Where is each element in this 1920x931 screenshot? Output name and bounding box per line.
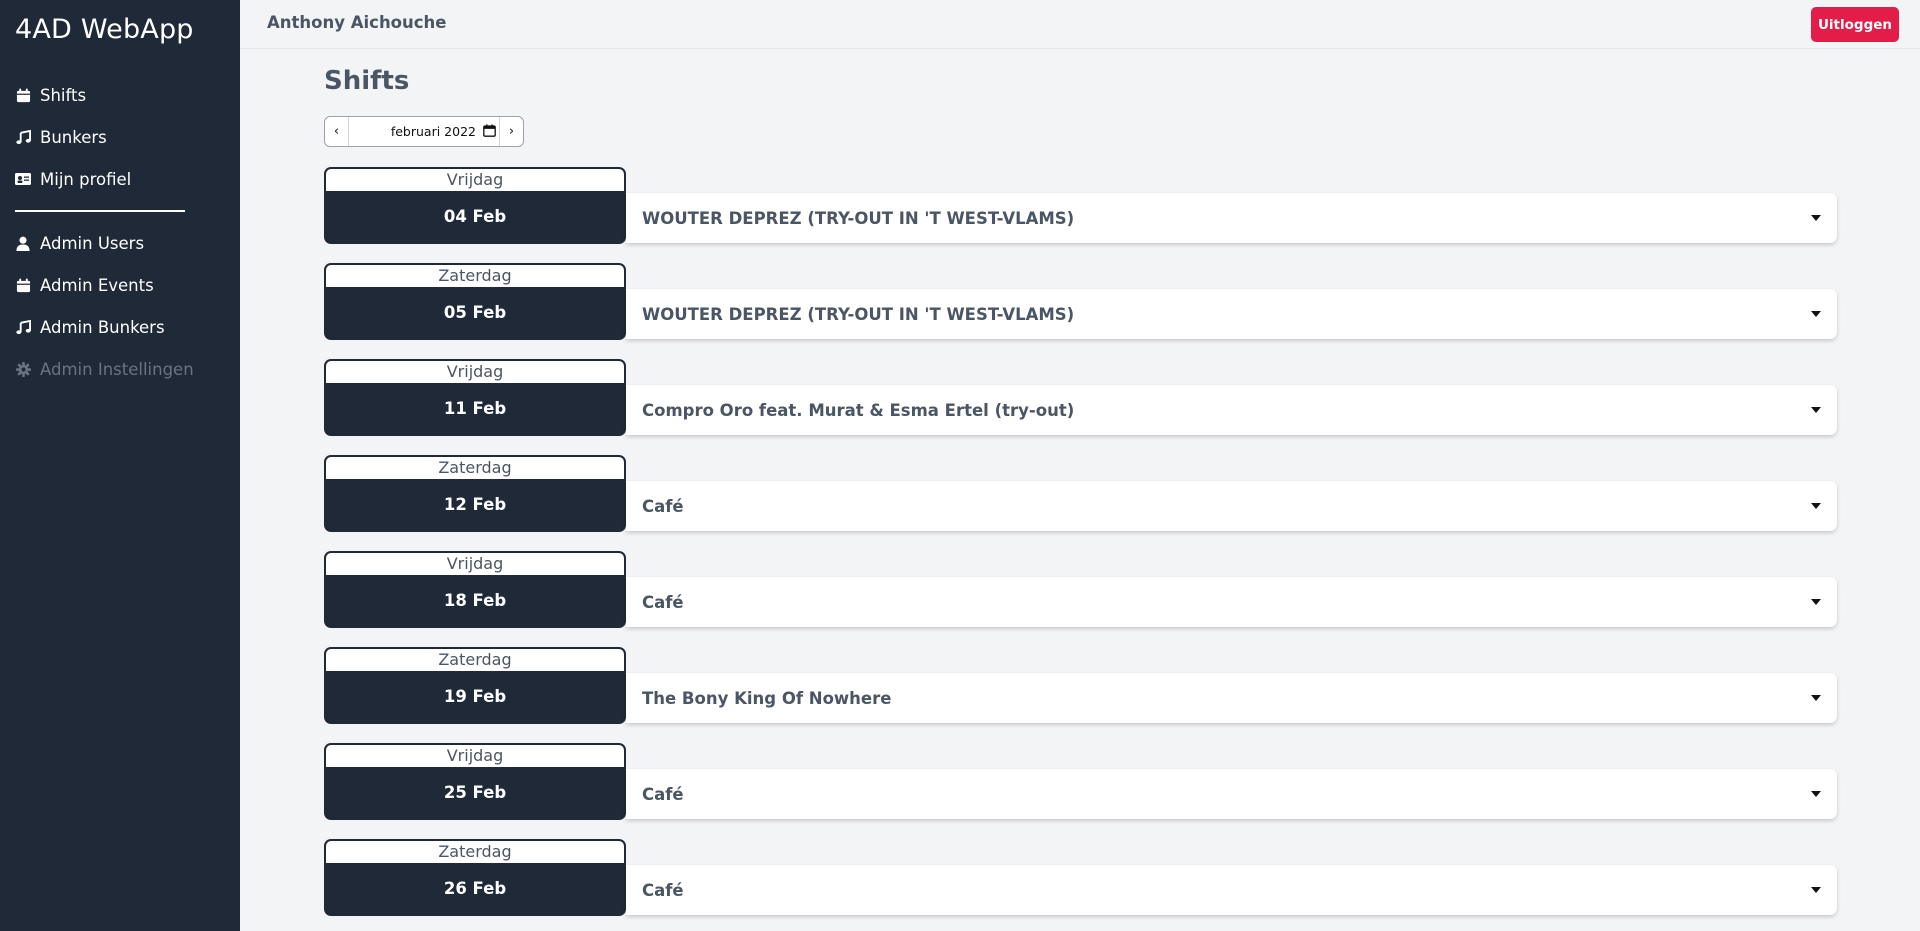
- top-bar: Anthony Aichouche Uitloggen: [240, 0, 1920, 49]
- shift-event-toggle[interactable]: Compro Oro feat. Murat & Esma Ertel (try…: [626, 385, 1837, 435]
- shift-date-card[interactable]: Vrijdag 04 Feb: [324, 167, 626, 244]
- month-input-value: februari 2022: [390, 124, 476, 139]
- caret-down-icon: [1811, 791, 1821, 797]
- calendar-picker-icon[interactable]: [483, 123, 496, 140]
- shift-date: 19 Feb: [443, 687, 507, 706]
- shift-date: 12 Feb: [443, 495, 507, 514]
- music-note-icon: [15, 129, 31, 145]
- caret-down-icon: [1811, 887, 1821, 893]
- sidebar-divider: [15, 210, 185, 212]
- shift-date: 25 Feb: [443, 783, 507, 802]
- shift-row: Vrijdag 18 Feb Café: [324, 551, 1837, 628]
- prev-month-button[interactable]: ‹: [325, 117, 349, 146]
- shift-event-title: Compro Oro feat. Murat & Esma Ertel (try…: [642, 400, 1075, 420]
- sidebar-item-label: Admin Events: [40, 275, 154, 295]
- shift-event-toggle[interactable]: Café: [626, 577, 1837, 627]
- caret-down-icon: [1811, 695, 1821, 701]
- caret-down-icon: [1811, 311, 1821, 317]
- shift-day: Vrijdag: [326, 745, 624, 767]
- shift-event-title: WOUTER DEPREZ (TRY-OUT IN 'T WEST-VLAMS): [642, 304, 1075, 324]
- shift-event-toggle[interactable]: Café: [626, 769, 1837, 819]
- shift-event-toggle[interactable]: Café: [626, 865, 1837, 915]
- calendar-icon: [15, 277, 31, 293]
- sidebar-item-label: Admin Bunkers: [40, 317, 165, 337]
- sidebar-item-bunkers[interactable]: Bunkers: [15, 124, 107, 150]
- sidebar-item-label: Shifts: [40, 85, 87, 105]
- shift-event-toggle[interactable]: WOUTER DEPREZ (TRY-OUT IN 'T WEST-VLAMS): [626, 193, 1837, 243]
- month-input[interactable]: februari 2022: [349, 117, 499, 146]
- shift-date-card[interactable]: Vrijdag 25 Feb: [324, 743, 626, 820]
- current-user-name: Anthony Aichouche: [267, 13, 447, 32]
- shift-date-card[interactable]: Zaterdag 05 Feb: [324, 263, 626, 340]
- shift-event-title: Café: [642, 496, 684, 516]
- shift-event-title: Café: [642, 784, 684, 804]
- shift-row: Vrijdag 11 Feb Compro Oro feat. Murat & …: [324, 359, 1837, 436]
- shift-day: Vrijdag: [326, 169, 624, 191]
- shift-date-card[interactable]: Zaterdag 19 Feb: [324, 647, 626, 724]
- sidebar-item-shifts[interactable]: Shifts: [15, 82, 86, 108]
- id-card-icon: [15, 171, 31, 187]
- shift-date-card[interactable]: Vrijdag 18 Feb: [324, 551, 626, 628]
- shift-day: Zaterdag: [326, 649, 624, 671]
- music-note-icon: [15, 319, 31, 335]
- shift-event-title: WOUTER DEPREZ (TRY-OUT IN 'T WEST-VLAMS): [642, 208, 1075, 228]
- shift-row: Zaterdag 19 Feb The Bony King Of Nowhere: [324, 647, 1837, 724]
- gear-icon: [15, 361, 31, 377]
- sidebar-item-mijn-profiel[interactable]: Mijn profiel: [15, 166, 131, 192]
- shift-row: Zaterdag 26 Feb Café: [324, 839, 1837, 916]
- next-month-button[interactable]: ›: [499, 117, 523, 146]
- shift-event-title: Café: [642, 880, 684, 900]
- sidebar-item-label: Admin Instellingen: [40, 359, 194, 379]
- caret-down-icon: [1811, 503, 1821, 509]
- shift-date: 05 Feb: [443, 303, 507, 322]
- shift-date: 26 Feb: [443, 879, 507, 898]
- shift-day: Zaterdag: [326, 265, 624, 287]
- sidebar-item-admin-bunkers[interactable]: Admin Bunkers: [15, 314, 165, 340]
- shift-event-toggle[interactable]: WOUTER DEPREZ (TRY-OUT IN 'T WEST-VLAMS): [626, 289, 1837, 339]
- shift-day: Zaterdag: [326, 841, 624, 863]
- shift-event-title: Café: [642, 592, 684, 612]
- shift-row: Vrijdag 25 Feb Café: [324, 743, 1837, 820]
- caret-down-icon: [1811, 407, 1821, 413]
- shift-event-title: The Bony King Of Nowhere: [642, 688, 892, 708]
- shift-date: 04 Feb: [443, 207, 507, 226]
- shift-row: Vrijdag 04 Feb WOUTER DEPREZ (TRY-OUT IN…: [324, 167, 1837, 244]
- shift-day: Vrijdag: [326, 553, 624, 575]
- shift-day: Zaterdag: [326, 457, 624, 479]
- shift-row: Zaterdag 05 Feb WOUTER DEPREZ (TRY-OUT I…: [324, 263, 1837, 340]
- sidebar-item-label: Bunkers: [40, 127, 107, 147]
- shift-date-card[interactable]: Zaterdag 12 Feb: [324, 455, 626, 532]
- logout-button[interactable]: Uitloggen: [1811, 7, 1899, 42]
- shift-date-card[interactable]: Zaterdag 26 Feb: [324, 839, 626, 916]
- sidebar: 4AD WebApp Shifts Bunkers Mijn profiel A…: [0, 0, 240, 931]
- month-picker: ‹ februari 2022 ›: [324, 116, 524, 147]
- calendar-icon: [15, 87, 31, 103]
- sidebar-item-admin-users[interactable]: Admin Users: [15, 230, 144, 256]
- caret-down-icon: [1811, 215, 1821, 221]
- sidebar-item-label: Admin Users: [40, 233, 145, 253]
- caret-down-icon: [1811, 599, 1821, 605]
- shift-date: 11 Feb: [443, 399, 507, 418]
- shift-date-card[interactable]: Vrijdag 11 Feb: [324, 359, 626, 436]
- user-icon: [15, 235, 31, 251]
- shift-event-toggle[interactable]: The Bony King Of Nowhere: [626, 673, 1837, 723]
- shift-day: Vrijdag: [326, 361, 624, 383]
- sidebar-item-admin-instellingen: Admin Instellingen: [15, 356, 194, 382]
- app-brand[interactable]: 4AD WebApp: [15, 14, 194, 45]
- sidebar-item-label: Mijn profiel: [40, 169, 132, 189]
- page-title: Shifts: [324, 66, 410, 96]
- sidebar-item-admin-events[interactable]: Admin Events: [15, 272, 154, 298]
- shift-row: Zaterdag 12 Feb Café: [324, 455, 1837, 532]
- shift-date: 18 Feb: [443, 591, 507, 610]
- shift-event-toggle[interactable]: Café: [626, 481, 1837, 531]
